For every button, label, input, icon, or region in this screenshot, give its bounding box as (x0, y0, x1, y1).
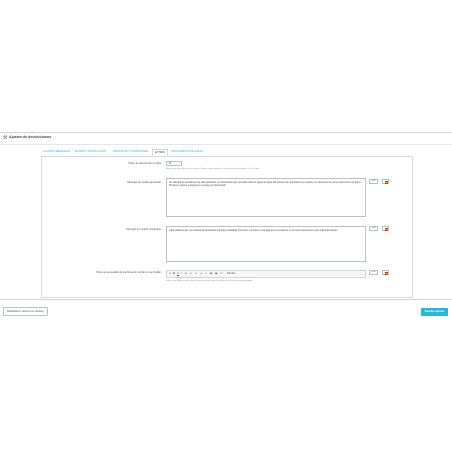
days-input[interactable]: 14 (166, 161, 182, 166)
tab-terms[interactable]: PRINCIPIOS Y CONDICIONES (111, 149, 150, 155)
refused-msg-label: Mensaje de estado rechazado (126, 228, 161, 231)
image-icon[interactable]: ▣ (215, 272, 217, 275)
flag-icon (384, 272, 388, 275)
save-settings-button[interactable]: Guardar ajustes (421, 308, 448, 316)
wrench-icon: ⚒ (3, 135, 8, 141)
accepted-flag-button[interactable] (382, 179, 389, 184)
font-color-icon[interactable]: A (185, 272, 187, 275)
table-icon[interactable]: ▦ (210, 272, 212, 275)
italic-icon[interactable]: I (181, 272, 182, 275)
underline-icon[interactable]: U (177, 272, 179, 275)
panel-title: Ajustes de devoluciones (9, 135, 52, 139)
confirm-text-label: Texto de la pantalla de confirmación de … (96, 271, 161, 274)
refused-flag-button[interactable] (382, 226, 389, 231)
accepted-lang-dropdown[interactable]: es ▾ (369, 179, 378, 184)
link-icon[interactable]: ∞ (205, 272, 207, 275)
tab-extras[interactable]: EXTRAS (152, 149, 169, 156)
confirm-flag-button[interactable] (382, 270, 389, 275)
editor-toolbar: ↺ B U I A ≡ ≡ ⇥ ∞ ▦ ▣ <> Párrafo (166, 270, 366, 278)
align-icon[interactable]: ≡ (195, 272, 197, 275)
settings-panel: ⚒ Ajustes de devoluciones AJUSTES GENERA… (0, 132, 452, 300)
bold-icon[interactable]: B (173, 272, 175, 275)
accepted-msg-textarea[interactable]: Su solicitud de devolución ha sido aprob… (166, 178, 366, 217)
flag-icon (384, 228, 388, 231)
indent-icon[interactable]: ⇥ (200, 272, 202, 275)
tab-renotify[interactable]: NOTIFICARLOS DE NUEVO (169, 149, 205, 155)
refused-msg-textarea[interactable]: Lamentablemente, su solicitud de devoluc… (166, 226, 366, 262)
list-icon[interactable]: ≡ (190, 272, 192, 275)
reset-defaults-button[interactable]: Restablecer valores por defecto (3, 307, 48, 316)
code-icon[interactable]: <> (220, 272, 223, 275)
days-label: Plazo de devolución en días (128, 162, 161, 165)
accepted-msg-label: Mensaje de estado aprobado (127, 181, 161, 184)
refused-lang-dropdown[interactable]: es ▾ (369, 226, 378, 231)
panel-header: ⚒ Ajustes de devoluciones (0, 133, 452, 145)
confirm-text-help: Utilice este espacio para añadir informa… (166, 280, 253, 282)
days-help: Número de días durante los cuales el cli… (166, 168, 260, 170)
tab-general[interactable]: AJUSTES GENERALES (41, 149, 72, 155)
confirm-lang-dropdown[interactable]: es ▾ (369, 270, 378, 275)
undo-icon[interactable]: ↺ (169, 272, 171, 275)
format-dropdown[interactable]: Párrafo (227, 272, 236, 275)
tab-status-notification[interactable]: ESTADO Y NOTIFICACIÓN (73, 149, 108, 155)
tab-content: Plazo de devolución en días 14 Número de… (41, 156, 413, 298)
flag-icon (384, 181, 388, 184)
